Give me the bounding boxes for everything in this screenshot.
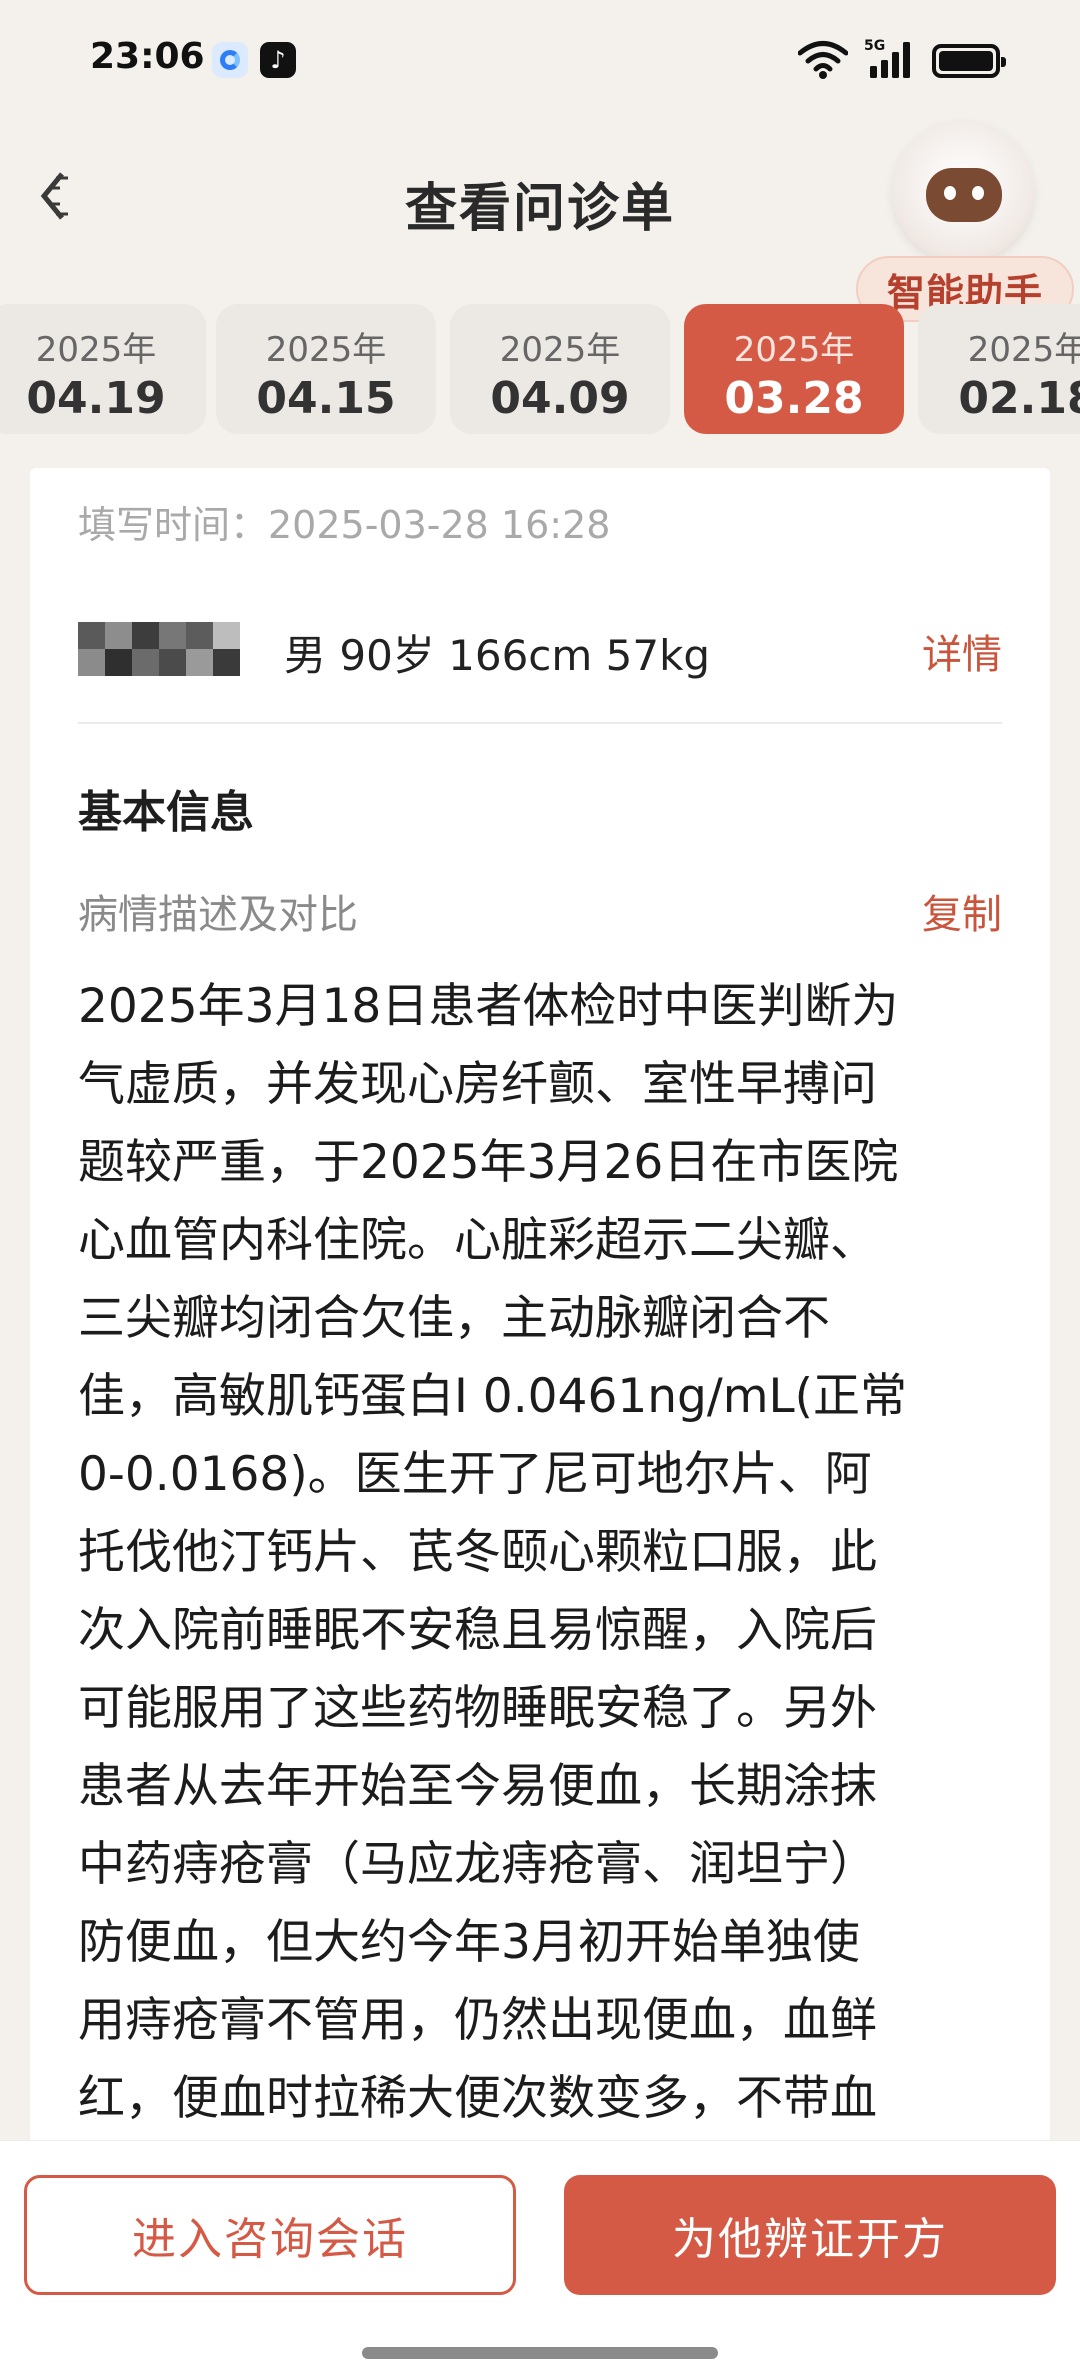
patient-row: 男 90岁 166cm 57kg 详情: [78, 618, 1002, 718]
description-line: 中药痔疮膏（马应龙痔疮膏、润坦宁）: [78, 1837, 877, 1892]
date-tab[interactable]: 2025年 04.15: [216, 304, 436, 434]
condition-description: 2025年3月18日患者体检时中医判断为 气虚质，并发现心房纤颤、室性早搏问 题…: [78, 968, 1018, 2138]
smart-assistant-button[interactable]: 智能助手: [856, 120, 1076, 322]
home-indicator[interactable]: [362, 2347, 718, 2359]
date-tab[interactable]: 2025年 04.09: [450, 304, 670, 434]
date-tab-date: 03.28: [724, 373, 864, 424]
description-line: 次入院前睡眠不安稳且易惊醒，入院后: [78, 1603, 877, 1658]
date-tab[interactable]: 2025年 02.18: [918, 304, 1080, 434]
date-tab-year: 2025年: [35, 330, 157, 370]
description-line: 红，便血时拉稀大便次数变多，不带血: [78, 2071, 877, 2126]
description-line: 防便血，但大约今年3月初开始单独使: [78, 1915, 860, 1970]
section-title: 基本信息: [78, 787, 254, 838]
prescribe-button[interactable]: 为他辨证开方: [564, 2175, 1056, 2295]
date-tab-date: 04.19: [26, 373, 166, 424]
wifi-icon: [798, 41, 848, 79]
date-tab-year: 2025年: [265, 330, 387, 370]
description-line: 气虚质，并发现心房纤颤、室性早搏问: [78, 1057, 877, 1112]
description-line: 托伐他汀钙片、芪冬颐心颗粒口服，此: [78, 1525, 877, 1580]
condition-description-label: 病情描述及对比: [78, 892, 358, 938]
date-tab-year: 2025年: [733, 330, 855, 370]
date-tabs: 2025年 04.19 2025年 04.15 2025年 04.09 2025…: [0, 300, 1080, 440]
date-tab-date: 04.09: [490, 373, 630, 424]
description-line: 心血管内科住院。心脏彩超示二尖瓣、: [78, 1213, 877, 1268]
date-tab-date: 04.15: [256, 373, 396, 424]
description-line: 2025年3月18日患者体检时中医判断为: [78, 979, 899, 1034]
description-line: 三尖瓣均闭合欠佳，主动脉瓣闭合不: [78, 1291, 830, 1346]
screen: 23:06 ♪ 5G 查看问诊单 智能助手 2025年 04.19 2025年 …: [0, 0, 1080, 2376]
description-line: 佳，高敏肌钙蛋白I 0.0461ng/mL(正常: [78, 1369, 908, 1424]
detail-link[interactable]: 详情: [922, 622, 1002, 680]
assistant-robot-icon: [892, 120, 1034, 262]
header: 查看问诊单 智能助手: [0, 120, 1080, 322]
bottom-action-bar: 进入咨询会话 为他辨证开方: [0, 2140, 1080, 2376]
status-time: 23:06: [90, 36, 205, 77]
browser-app-icon: [212, 42, 248, 78]
battery-icon: [932, 44, 1006, 78]
date-tab-date: 02.18: [958, 373, 1080, 424]
date-tab-year: 2025年: [499, 330, 621, 370]
5g-signal-icon: 5G: [864, 38, 910, 78]
date-tab-active[interactable]: 2025年 03.28: [684, 304, 904, 434]
date-tab[interactable]: 2025年 04.19: [0, 304, 206, 434]
copy-button[interactable]: 复制: [922, 882, 1002, 940]
description-line: 用痔疮膏不管用，仍然出现便血，血鲜: [78, 1993, 877, 2048]
patient-info: 男 90岁 166cm 57kg: [284, 631, 711, 680]
enter-consultation-button[interactable]: 进入咨询会话: [24, 2175, 516, 2295]
description-line: 题较严重，于2025年3月26日在市医院: [78, 1135, 899, 1190]
patient-name-mosaic: [78, 622, 240, 676]
description-line: 0-0.0168)。医生开了尼可地尔片、阿: [78, 1447, 872, 1502]
svg-text:5G: 5G: [864, 38, 885, 54]
description-line: 可能服用了这些药物睡眠安稳了。另外: [78, 1681, 877, 1736]
tiktok-app-icon: ♪: [260, 42, 296, 78]
fill-time: 填写时间：2025-03-28 16:28: [78, 503, 611, 547]
description-line: 患者从去年开始至今易便血，长期涂抹: [78, 1759, 877, 1814]
status-bar: 23:06 ♪ 5G: [0, 0, 1080, 120]
consultation-card: 填写时间：2025-03-28 16:28 男 90岁 166cm 57kg 详…: [30, 468, 1050, 2168]
date-tab-year: 2025年: [967, 330, 1080, 370]
divider: [78, 722, 1002, 724]
